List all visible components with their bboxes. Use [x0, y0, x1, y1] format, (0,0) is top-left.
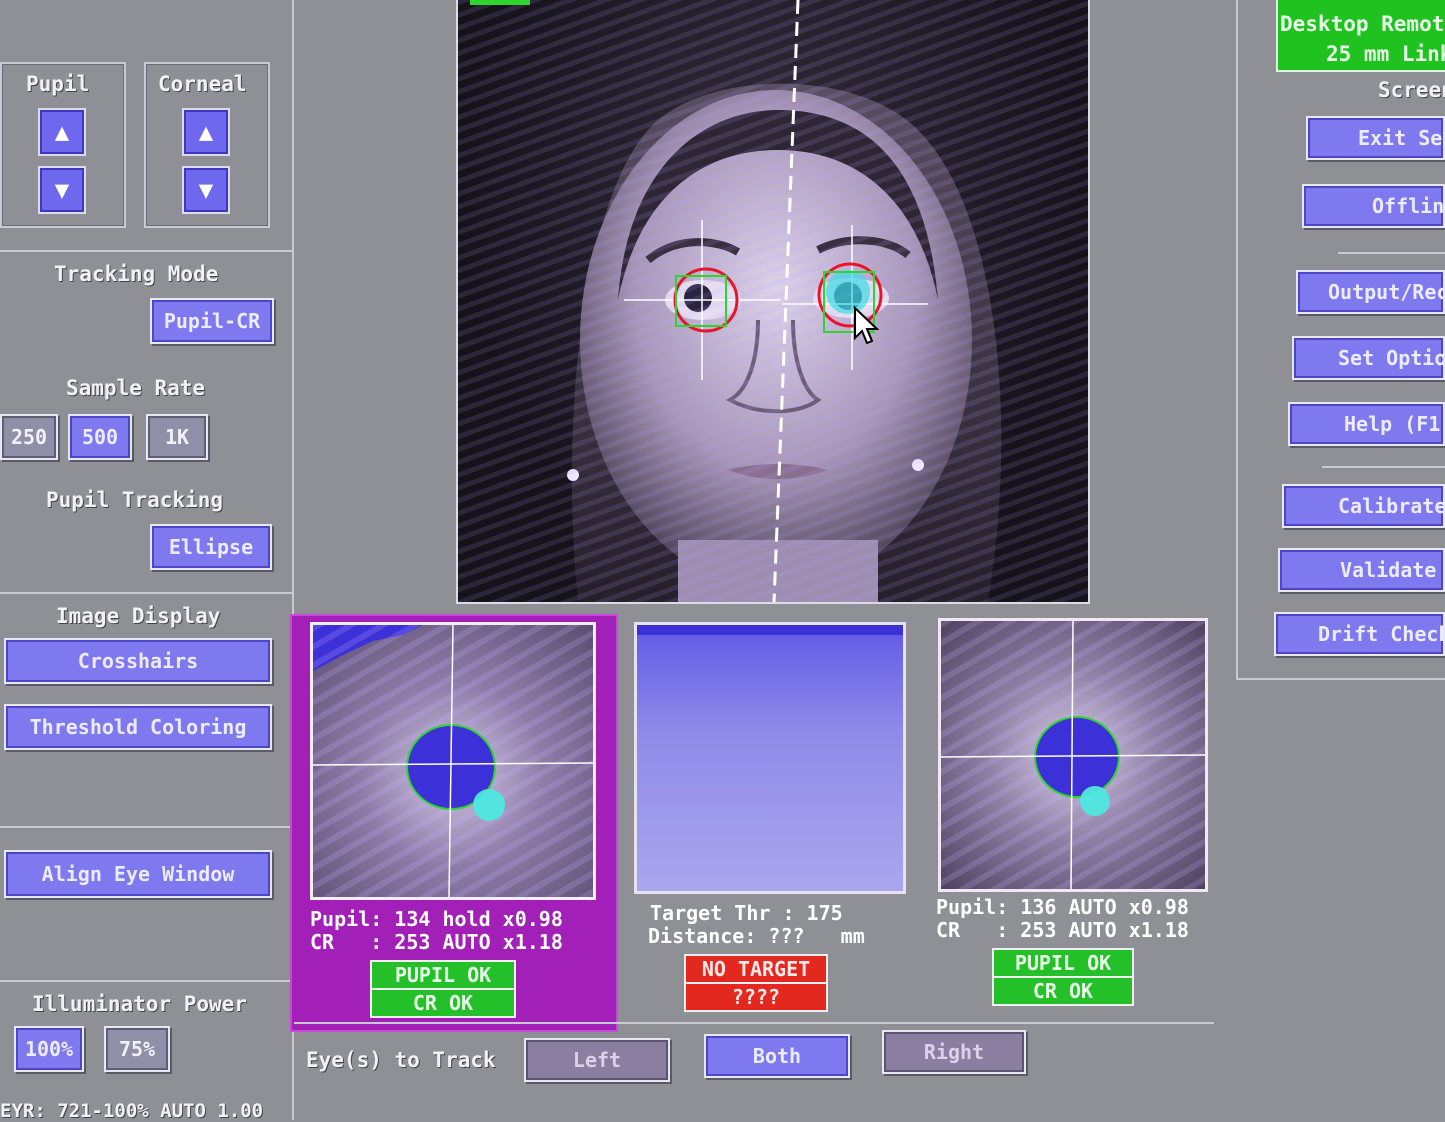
target-status-badge: NO TARGET	[684, 954, 828, 984]
tracker-lens-text: 25 mm Link	[1326, 42, 1445, 66]
target-image[interactable]	[634, 622, 906, 894]
tracker-mode-text: Desktop Remote	[1280, 12, 1445, 36]
divider	[0, 592, 292, 594]
target-image-top-band	[637, 625, 903, 635]
divider	[0, 250, 292, 252]
right-cr-status-badge: CR OK	[992, 976, 1134, 1006]
eyes-to-track-label: Eye(s) to Track	[306, 1048, 496, 1072]
pupil-threshold-label: Pupil	[26, 72, 90, 96]
illuminator-75-button[interactable]: 75%	[104, 1026, 170, 1072]
output-record-button[interactable]: Output/Rec	[1296, 270, 1445, 314]
arrow-down-icon: ▼	[198, 176, 214, 204]
face-image	[458, 0, 1088, 602]
arrow-up-icon: ▲	[198, 118, 214, 146]
arrow-up-icon: ▲	[54, 118, 70, 146]
drift-check-button[interactable]: Drift Check	[1274, 612, 1445, 656]
mouse-pointer-icon	[854, 306, 879, 345]
help-button[interactable]: Help (F1)	[1288, 402, 1445, 446]
right-eye-panel: Pupil: 136 AUTO x0.98 CR : 253 AUTO x1.1…	[928, 614, 1218, 1014]
sample-rate-label: Sample Rate	[66, 376, 206, 400]
divider	[1238, 678, 1445, 680]
left-pupil-readout: Pupil: 134 hold x0.98	[310, 907, 563, 931]
sample-rate-500-button[interactable]: 500	[68, 414, 132, 460]
target-panel: Target Thr : 175 Distance: ??? mm NO TAR…	[624, 620, 914, 1020]
right-eye-image[interactable]	[938, 618, 1208, 892]
divider	[1338, 252, 1445, 254]
camera-view[interactable]	[456, 0, 1090, 604]
offline-button[interactable]: Offlin	[1302, 184, 1445, 228]
divider	[0, 980, 292, 982]
threshold-coloring-button[interactable]: Threshold Coloring	[4, 704, 272, 750]
right-cr-readout: CR : 253 AUTO x1.18	[936, 918, 1189, 942]
divider	[0, 826, 292, 828]
validate-button[interactable]: Validate	[1278, 548, 1445, 592]
corneal-threshold-label: Corneal	[158, 72, 247, 96]
left-pupil-status-badge: PUPIL OK	[370, 960, 516, 990]
crosshairs-button[interactable]: Crosshairs	[4, 638, 272, 684]
set-options-button[interactable]: Set Optio	[1292, 336, 1445, 380]
arrow-down-icon: ▼	[54, 176, 70, 204]
left-eye-overlay	[313, 625, 593, 897]
right-pupil-status-badge: PUPIL OK	[992, 948, 1134, 978]
status-footer-text: EYR: 721-100% AUTO 1.00	[0, 1100, 264, 1122]
divider	[294, 1022, 1214, 1024]
illuminator-100-button[interactable]: 100%	[14, 1026, 84, 1072]
sample-rate-1k-button[interactable]: 1K	[146, 414, 208, 460]
screen-label: Screen	[1378, 78, 1445, 102]
illuminator-power-label: Illuminator Power	[32, 992, 247, 1016]
sample-rate-250-button[interactable]: 250	[0, 414, 58, 460]
pupil-threshold-up-button[interactable]: ▲	[38, 108, 86, 156]
calibrate-button[interactable]: Calibrate	[1282, 484, 1445, 528]
track-right-eye-button[interactable]: Right	[882, 1030, 1026, 1074]
left-cr-status-badge: CR OK	[370, 988, 516, 1018]
right-control-panel: Desktop Remote 25 mm Link Screen Exit Se…	[1238, 0, 1445, 1120]
tracker-header: Desktop Remote 25 mm Link	[1276, 0, 1445, 72]
pupil-threshold-down-button[interactable]: ▼	[38, 166, 86, 214]
right-eye-overlay	[941, 621, 1205, 889]
left-eye-panel: Pupil: 134 hold x0.98 CR : 253 AUTO x1.1…	[290, 614, 618, 1032]
target-distance-readout: Distance: ??? mm	[648, 924, 865, 948]
target-status-secondary-badge: ????	[684, 982, 828, 1012]
divider	[1322, 466, 1445, 468]
tracking-mode-button[interactable]: Pupil-CR	[150, 298, 274, 344]
target-threshold-readout: Target Thr : 175	[650, 901, 843, 925]
left-control-panel: Pupil ▲ ▼ Corneal ▲ ▼ Tracking Mode Pupi…	[0, 0, 292, 1122]
pupil-tracking-button[interactable]: Ellipse	[150, 524, 272, 570]
image-display-label: Image Display	[56, 604, 221, 628]
right-pupil-readout: Pupil: 136 AUTO x0.98	[936, 895, 1189, 919]
pupil-tracking-label: Pupil Tracking	[46, 488, 224, 512]
left-eye-image[interactable]	[310, 622, 596, 900]
tracking-mode-label: Tracking Mode	[54, 262, 219, 286]
left-cr-readout: CR : 253 AUTO x1.18	[310, 930, 563, 954]
align-eye-window-button[interactable]: Align Eye Window	[4, 850, 272, 898]
exit-setup-button[interactable]: Exit Se	[1306, 116, 1445, 160]
track-both-eyes-button[interactable]: Both	[704, 1034, 850, 1078]
corneal-threshold-down-button[interactable]: ▼	[182, 166, 230, 214]
track-left-eye-button[interactable]: Left	[524, 1038, 670, 1082]
corneal-threshold-up-button[interactable]: ▲	[182, 108, 230, 156]
